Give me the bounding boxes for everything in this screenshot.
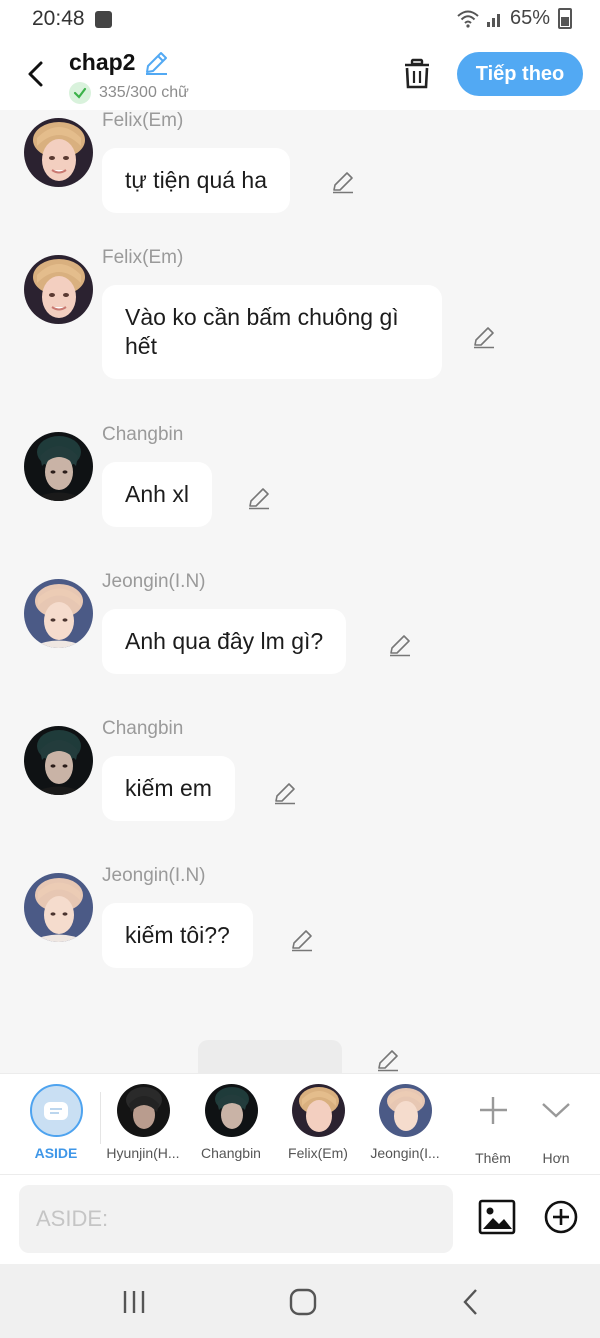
battery-percent: 65% (509, 7, 550, 29)
aside-bubble-partial[interactable] (198, 1040, 342, 1073)
home-icon[interactable] (287, 1286, 319, 1318)
edit-message-pencil-icon[interactable] (247, 486, 271, 510)
word-count: 335/300 chữ (69, 82, 189, 104)
sender-name: Felix(Em) (102, 247, 184, 268)
message-text: kiếm em (125, 775, 212, 801)
message-input[interactable] (19, 1185, 453, 1253)
divider (100, 1092, 101, 1144)
character-chip-felix[interactable]: Felix(Em) (278, 1084, 358, 1161)
message-bubble[interactable]: kiếm em (102, 756, 235, 821)
character-label: Hyunjin(H... (106, 1145, 180, 1161)
message-bubble[interactable]: Vào ko cần bấm chuông gì hết (102, 285, 442, 379)
message-bubble[interactable]: tự tiện quá ha (102, 148, 290, 213)
more-label: Hơn (542, 1150, 570, 1166)
plus-icon (479, 1097, 507, 1124)
system-back-icon[interactable] (455, 1286, 487, 1318)
character-selector: ASIDE Hyunjin(H... Changbin Felix(Em) Je… (0, 1073, 600, 1174)
check-icon (69, 82, 91, 104)
app-header: chap2 335/300 chữ Tiếp theo (0, 40, 600, 110)
message-bubble[interactable]: kiếm tôi?? (102, 903, 253, 968)
more-button[interactable]: Hơn (516, 1084, 596, 1166)
edit-message-pencil-icon[interactable] (472, 325, 496, 349)
avatar-jeongin[interactable] (24, 579, 93, 648)
avatar-changbin[interactable] (24, 432, 93, 501)
message-feed: Felix(Em) tự tiện quá ha Felix(Em) Vào k… (0, 110, 600, 1073)
message-text: Vào ko cần bấm chuông gì hết (125, 304, 399, 359)
avatar-jeongin[interactable] (24, 873, 93, 942)
word-count-text: 335/300 chữ (99, 84, 189, 101)
image-icon[interactable] (478, 1199, 516, 1235)
sender-name: Jeongin(I.N) (102, 571, 206, 592)
sender-name: Changbin (102, 424, 184, 445)
avatar-jeongin (378, 1084, 432, 1137)
message-text: kiếm tôi?? (125, 922, 230, 948)
edit-message-pencil-icon[interactable] (273, 781, 297, 805)
message-bubble[interactable]: Anh xl (102, 462, 212, 527)
signal-icon (486, 13, 500, 27)
battery-icon (558, 8, 572, 29)
edit-message-pencil-icon[interactable] (376, 1048, 400, 1072)
sender-name: Jeongin(I.N) (102, 865, 206, 886)
chevron-down-icon (541, 1103, 570, 1118)
avatar-felix (291, 1084, 345, 1137)
recent-apps-icon[interactable] (118, 1286, 150, 1318)
character-label: Felix(Em) (288, 1145, 348, 1161)
edit-message-pencil-icon[interactable] (388, 633, 412, 657)
sender-name: Changbin (102, 718, 184, 739)
message-text: tự tiện quá ha (125, 167, 267, 193)
message-text: Anh qua đây lm gì? (125, 628, 324, 654)
status-right: 65% (456, 7, 572, 30)
status-bar: 20:48 65% (0, 0, 600, 40)
next-button[interactable]: Tiếp theo (457, 52, 583, 96)
edit-message-pencil-icon[interactable] (331, 170, 355, 194)
back-arrow-icon[interactable] (20, 54, 50, 94)
compose-bar (0, 1174, 600, 1265)
avatar-changbin[interactable] (24, 726, 93, 795)
avatar-felix[interactable] (24, 118, 93, 187)
aside-icon (29, 1084, 83, 1137)
character-label: Jeongin(I... (370, 1145, 440, 1161)
character-label: ASIDE (34, 1145, 78, 1161)
avatar-changbin (204, 1084, 258, 1137)
chapter-title: chap2 (69, 49, 136, 75)
notification-check-icon (95, 11, 112, 28)
add-circle-icon[interactable] (543, 1199, 579, 1235)
system-nav-bar (0, 1264, 600, 1338)
wifi-icon (457, 10, 479, 28)
character-label: Changbin (201, 1145, 261, 1161)
message-bubble[interactable]: Anh qua đây lm gì? (102, 609, 347, 674)
avatar-hyunjin (116, 1084, 170, 1137)
trash-icon[interactable] (402, 58, 432, 90)
character-chip-hyunjin[interactable]: Hyunjin(H... (103, 1084, 183, 1161)
character-chip-jeongin[interactable]: Jeongin(I... (365, 1084, 445, 1161)
edit-message-pencil-icon[interactable] (290, 928, 314, 952)
edit-title-pencil-icon[interactable] (143, 50, 169, 76)
avatar-felix[interactable] (24, 255, 93, 324)
sender-name: Felix(Em) (102, 110, 184, 131)
character-chip-aside[interactable]: ASIDE (16, 1084, 96, 1161)
status-time: 20:48 (32, 7, 85, 30)
character-chip-changbin[interactable]: Changbin (191, 1084, 271, 1161)
message-text: Anh xl (125, 481, 189, 507)
